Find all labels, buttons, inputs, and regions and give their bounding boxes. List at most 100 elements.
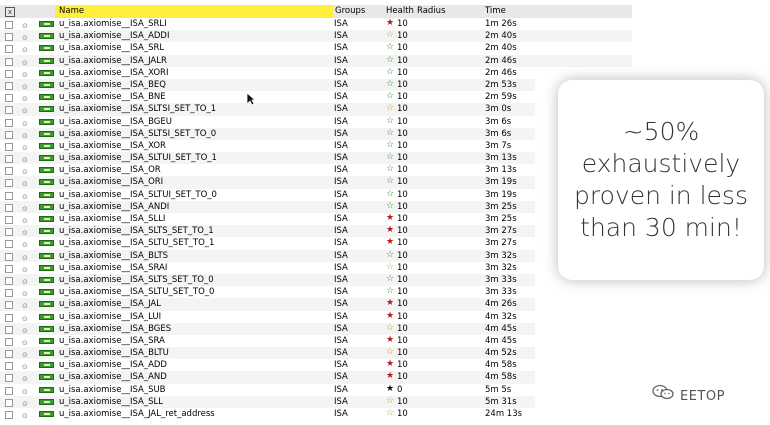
row-checkbox[interactable] — [5, 167, 13, 176]
row-name[interactable]: u_isa.axiomise__ISA_ADDI — [59, 30, 169, 42]
column-header-time[interactable]: Time — [485, 5, 506, 18]
table-row[interactable]: ⊙ u_isa.axiomise__ISA_SLTUI_SET_TO_0 ISA ☆ 1… — [0, 188, 535, 201]
row-checkbox[interactable] — [5, 228, 13, 237]
table-row[interactable]: ⊙ u_isa.axiomise__ISA_BGEU ISA ☆ 10 3m 6s — [0, 115, 535, 128]
row-name[interactable]: u_isa.axiomise__ISA_SLTSI_SET_TO_1 — [59, 103, 216, 115]
row-name[interactable]: u_isa.axiomise__ISA_SRL — [59, 42, 164, 54]
row-checkbox[interactable] — [5, 252, 13, 261]
row-checkbox[interactable] — [5, 142, 13, 151]
row-checkbox[interactable] — [5, 362, 13, 371]
row-name[interactable]: u_isa.axiomise__ISA_LUI — [59, 311, 161, 323]
row-name[interactable]: u_isa.axiomise__ISA_XOR — [59, 140, 166, 152]
row-name[interactable]: u_isa.axiomise__ISA_OR — [59, 164, 161, 176]
table-row[interactable]: ⊙ u_isa.axiomise__ISA_JALR ISA ☆ 10 2m 46s — [0, 54, 632, 67]
table-row[interactable]: ⊙ u_isa.axiomise__ISA_LUI ISA ★ 10 4m 32s — [0, 310, 535, 323]
row-checkbox[interactable] — [5, 398, 13, 407]
row-name[interactable]: u_isa.axiomise__ISA_JAL_ret_address — [59, 408, 215, 420]
row-checkbox[interactable] — [5, 155, 13, 164]
row-name[interactable]: u_isa.axiomise__ISA_SLL — [59, 396, 163, 408]
row-checkbox[interactable] — [5, 313, 13, 322]
row-checkbox[interactable] — [5, 94, 13, 103]
row-name[interactable]: u_isa.axiomise__ISA_AND — [59, 371, 167, 383]
table-row[interactable]: ⊙ u_isa.axiomise__ISA_SLTS_SET_TO_1 ISA ★ 10… — [0, 225, 535, 238]
row-checkbox[interactable] — [5, 337, 13, 346]
row-name[interactable]: u_isa.axiomise__ISA_SLTS_SET_TO_0 — [59, 274, 214, 286]
row-checkbox[interactable] — [5, 33, 13, 42]
column-header-radius[interactable]: Radius — [417, 5, 446, 18]
row-name[interactable]: u_isa.axiomise__ISA_BGEU — [59, 116, 172, 128]
table-row[interactable]: ⊙ u_isa.axiomise__ISA_BLTU ISA ☆ 10 4m 52s — [0, 347, 535, 360]
row-checkbox[interactable] — [5, 411, 13, 419]
row-checkbox[interactable] — [5, 81, 13, 90]
row-checkbox[interactable] — [5, 130, 13, 139]
table-row[interactable]: ⊙ u_isa.axiomise__ISA_XORI ISA ☆ 10 2m 46s — [0, 66, 632, 79]
row-checkbox[interactable] — [5, 240, 13, 249]
row-name[interactable]: u_isa.axiomise__ISA_ADD — [59, 359, 167, 371]
row-checkbox[interactable] — [5, 118, 13, 127]
close-icon[interactable]: x — [5, 7, 15, 17]
table-row[interactable]: ⊙ u_isa.axiomise__ISA_ADD ISA ★ 10 4m 58s — [0, 359, 535, 372]
row-name[interactable]: u_isa.axiomise__ISA_SLTU_SET_TO_0 — [59, 286, 214, 298]
row-checkbox[interactable] — [5, 216, 13, 224]
row-name[interactable]: u_isa.axiomise__ISA_SLTUI_SET_TO_0 — [59, 189, 217, 201]
table-row[interactable]: ⊙ u_isa.axiomise__ISA_BGES ISA ☆ 10 4m 45s — [0, 322, 535, 335]
table-row[interactable]: ⊙ u_isa.axiomise__ISA_BEQ ISA ☆ 10 2m 53s — [0, 78, 535, 92]
row-name[interactable]: u_isa.axiomise__ISA_XORI — [59, 67, 168, 79]
row-checkbox[interactable] — [5, 374, 13, 383]
table-row[interactable]: ⊙ u_isa.axiomise__ISA_SLTSI_SET_TO_0 ISA ☆ 1… — [0, 127, 535, 140]
row-name[interactable]: u_isa.axiomise__ISA_BNE — [59, 91, 166, 103]
row-name[interactable]: u_isa.axiomise__ISA_BLTS — [59, 250, 168, 262]
row-checkbox[interactable] — [5, 289, 13, 298]
row-name[interactable]: u_isa.axiomise__ISA_ANDI — [59, 201, 169, 213]
row-name[interactable]: u_isa.axiomise__ISA_SRA — [59, 335, 165, 347]
table-row[interactable]: ⊙ u_isa.axiomise__ISA_SLTU_SET_TO_0 ISA ☆ 10… — [0, 286, 535, 299]
row-checkbox[interactable] — [5, 350, 13, 359]
table-row[interactable]: ⊙ u_isa.axiomise__ISA_SUB ISA ★ 0 5m 5s — [0, 383, 535, 396]
row-checkbox[interactable] — [5, 179, 13, 188]
row-checkbox[interactable] — [5, 276, 13, 285]
row-name[interactable]: u_isa.axiomise__ISA_SLTS_SET_TO_1 — [59, 225, 214, 237]
row-name[interactable]: u_isa.axiomise__ISA_JAL — [59, 298, 161, 310]
table-row[interactable]: ⊙ u_isa.axiomise__ISA_BNE ISA ☆ 10 2m 59s — [0, 91, 535, 104]
row-checkbox[interactable] — [5, 191, 13, 200]
column-header-groups[interactable]: Groups — [335, 5, 365, 18]
row-checkbox[interactable] — [5, 106, 13, 115]
table-row[interactable]: ⊙ u_isa.axiomise__ISA_SLL ISA ☆ 10 5m 31s — [0, 395, 535, 408]
row-name[interactable]: u_isa.axiomise__ISA_JALR — [59, 55, 167, 67]
row-checkbox[interactable] — [5, 203, 13, 212]
table-row[interactable]: ⊙ u_isa.axiomise__ISA_SLLI ISA ★ 10 3m 25s — [0, 213, 535, 226]
table-row[interactable]: ⊙ u_isa.axiomise__ISA_SLTU_SET_TO_1 ISA ★ 10… — [0, 237, 535, 250]
row-checkbox[interactable] — [5, 386, 13, 395]
table-row[interactable]: ⊙ u_isa.axiomise__ISA_SLTUI_SET_TO_1 ISA ☆ 1… — [0, 152, 535, 165]
row-checkbox[interactable] — [5, 45, 13, 54]
table-row[interactable]: ⊙ u_isa.axiomise__ISA_BLTS ISA ☆ 10 3m 32s — [0, 249, 535, 262]
table-row[interactable]: ⊙ u_isa.axiomise__ISA_ORI ISA ☆ 10 3m 19s — [0, 176, 535, 189]
row-checkbox[interactable] — [5, 301, 13, 310]
table-row[interactable]: ⊙ u_isa.axiomise__ISA_XOR ISA ☆ 10 3m 7s — [0, 139, 535, 153]
row-name[interactable]: u_isa.axiomise__ISA_SRLI — [59, 18, 167, 30]
table-row[interactable]: ⊙ u_isa.axiomise__ISA_JAL ISA ★ 10 4m 26s — [0, 298, 535, 311]
row-checkbox[interactable] — [5, 21, 13, 29]
row-name[interactable]: u_isa.axiomise__ISA_BEQ — [59, 79, 166, 91]
column-header-name[interactable]: Name — [55, 5, 333, 18]
table-row[interactable]: ⊙ u_isa.axiomise__ISA_SLTS_SET_TO_0 ISA ☆ 10… — [0, 273, 535, 287]
row-checkbox[interactable] — [5, 57, 13, 66]
row-name[interactable]: u_isa.axiomise__ISA_SLLI — [59, 213, 165, 225]
table-row[interactable]: ⊙ u_isa.axiomise__ISA_OR ISA ☆ 10 3m 13s — [0, 164, 535, 177]
table-row[interactable]: ⊙ u_isa.axiomise__ISA_ANDI ISA ☆ 10 3m 25s — [0, 200, 535, 213]
table-row[interactable]: ⊙ u_isa.axiomise__ISA_SRAI ISA ☆ 10 3m 32s — [0, 261, 535, 274]
row-name[interactable]: u_isa.axiomise__ISA_SLTSI_SET_TO_0 — [59, 128, 216, 140]
table-row[interactable]: ⊙ u_isa.axiomise__ISA_SRA ISA ★ 10 4m 45s — [0, 334, 535, 348]
table-row[interactable]: ⊙ u_isa.axiomise__ISA_SRL ISA ☆ 10 2m 40s — [0, 42, 632, 55]
table-row[interactable]: ⊙ u_isa.axiomise__ISA_ADDI ISA ☆ 10 2m 40s — [0, 30, 632, 43]
row-checkbox[interactable] — [5, 264, 13, 273]
row-checkbox[interactable] — [5, 69, 13, 78]
row-name[interactable]: u_isa.axiomise__ISA_BGES — [59, 323, 171, 335]
table-row[interactable]: ⊙ u_isa.axiomise__ISA_AND ISA ★ 10 4m 58s — [0, 371, 535, 384]
table-row[interactable]: ⊙ u_isa.axiomise__ISA_SLTSI_SET_TO_1 ISA ☆ 1… — [0, 103, 535, 116]
row-name[interactable]: u_isa.axiomise__ISA_ORI — [59, 176, 163, 188]
table-row[interactable]: ⊙ u_isa.axiomise__ISA_JAL_ret_address ISA ☆… — [0, 408, 535, 421]
row-name[interactable]: u_isa.axiomise__ISA_BLTU — [59, 347, 169, 359]
row-name[interactable]: u_isa.axiomise__ISA_SLTUI_SET_TO_1 — [59, 152, 217, 164]
row-name[interactable]: u_isa.axiomise__ISA_SRAI — [59, 262, 167, 274]
